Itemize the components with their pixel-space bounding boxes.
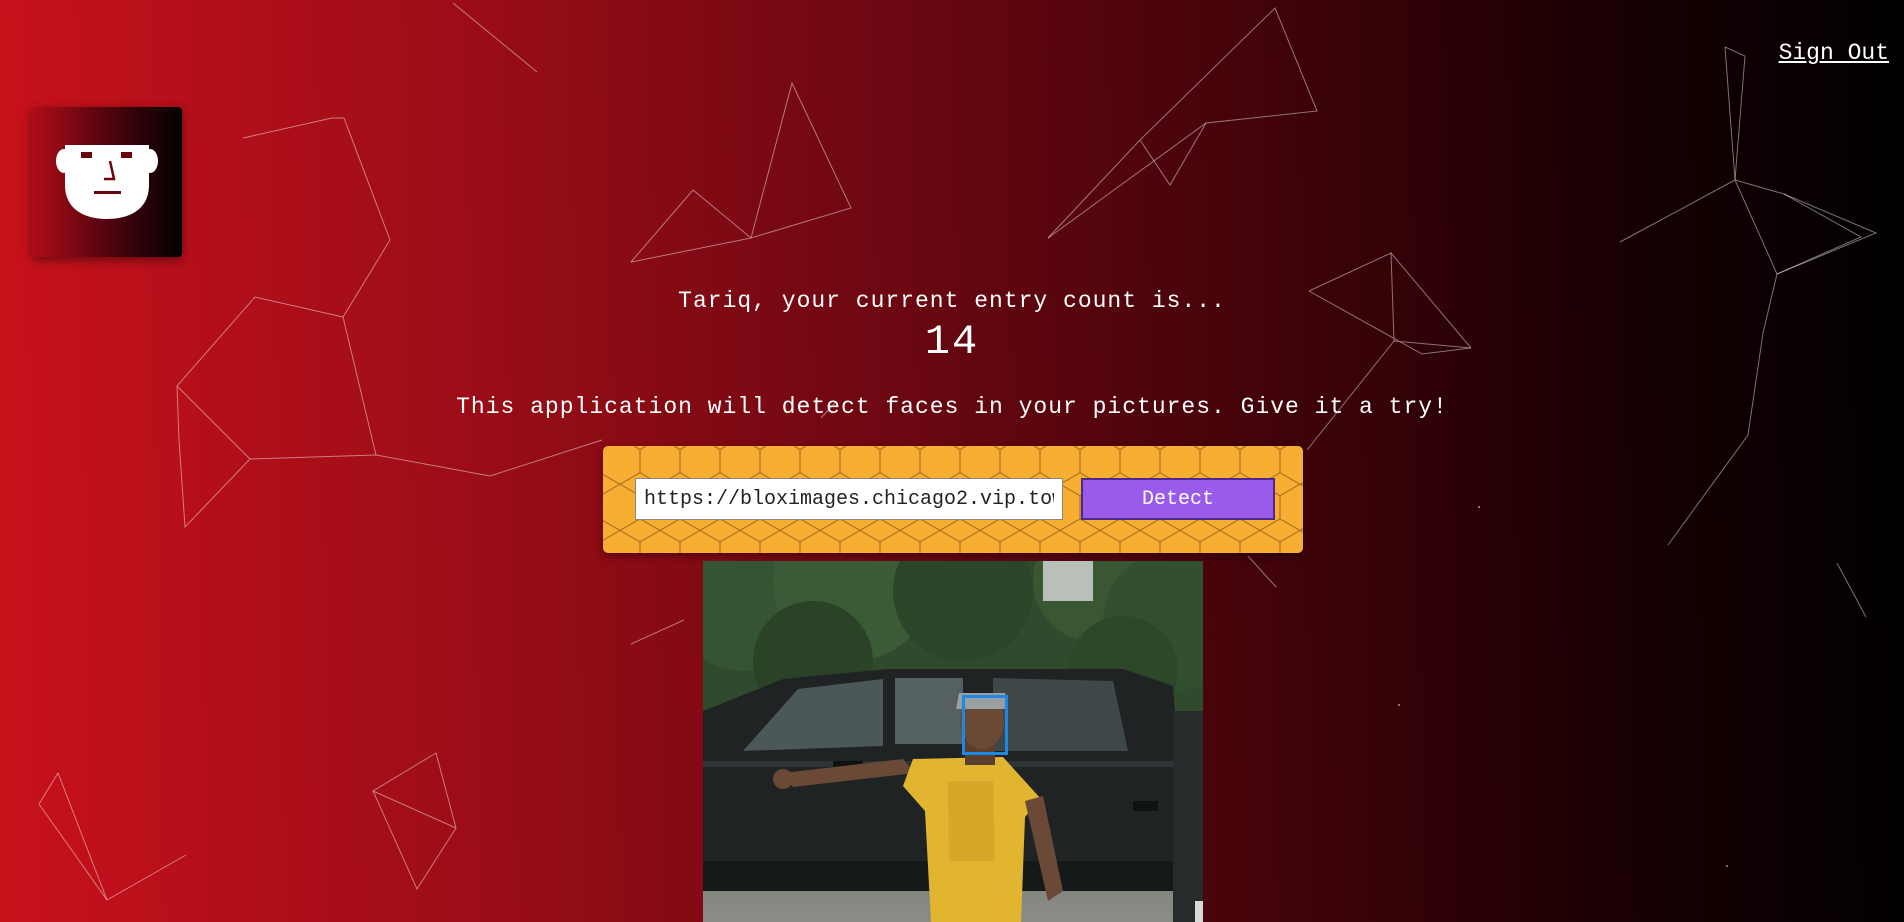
app-logo[interactable] bbox=[32, 107, 182, 257]
image-url-form: Detect bbox=[603, 446, 1303, 553]
face-logo-icon bbox=[56, 145, 158, 219]
detect-button[interactable]: Detect bbox=[1081, 478, 1275, 520]
image-url-input[interactable] bbox=[635, 478, 1063, 520]
result-photo bbox=[703, 561, 1203, 922]
app-description: This application will detect faces in yo… bbox=[456, 394, 1448, 420]
entry-count-label: Tariq, your current entry count is... bbox=[678, 288, 1226, 314]
entry-count-value: 14 bbox=[924, 318, 980, 366]
sign-out-link[interactable]: Sign Out bbox=[1779, 40, 1889, 66]
detection-result-image bbox=[703, 561, 1203, 922]
face-bounding-box bbox=[962, 695, 1008, 755]
